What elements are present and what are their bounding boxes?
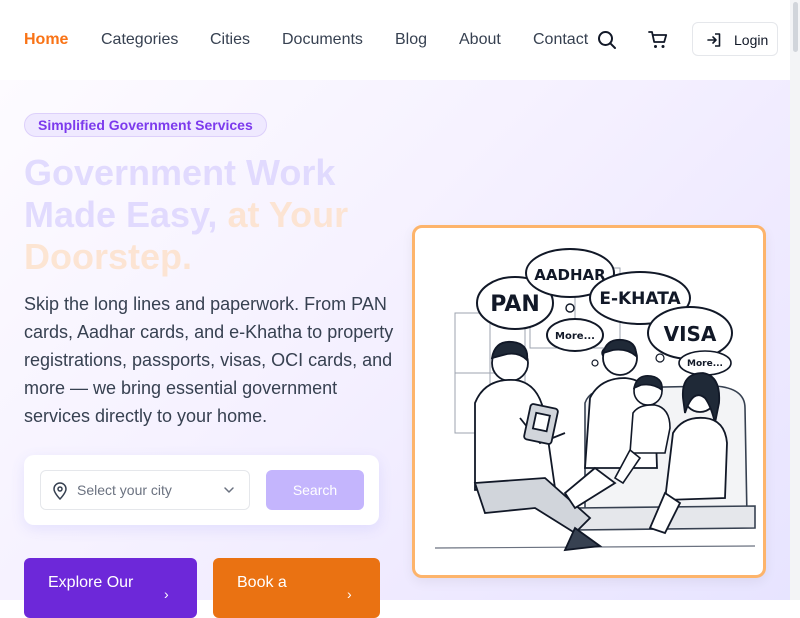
bubble-pan: PAN (490, 292, 540, 317)
login-label: Login (734, 32, 769, 48)
chevron-down-icon (224, 487, 234, 493)
scrollbar-thumb[interactable] (793, 2, 798, 52)
bubble-visa: VISA (664, 322, 717, 346)
page-scrollbar[interactable] (790, 0, 800, 600)
hero-illustration: PAN AADHAR E-KHATA VISA More... More... (412, 225, 766, 578)
nav-documents[interactable]: Documents (282, 31, 363, 49)
login-icon (707, 33, 721, 47)
cart-icon[interactable] (648, 30, 668, 50)
family-agent-illustration: PAN AADHAR E-KHATA VISA More... More... (434, 248, 756, 552)
city-select[interactable]: Select your city (40, 470, 250, 510)
explore-label: Explore Our (48, 574, 134, 591)
nav-blog[interactable]: Blog (395, 31, 427, 49)
location-pin-icon (53, 482, 67, 500)
bubble-more-2: More... (687, 359, 723, 369)
nav-cities[interactable]: Cities (210, 31, 250, 49)
city-search-card: Select your city Search (24, 455, 379, 525)
hero-description: Skip the long lines and paperwork. From … (24, 294, 394, 426)
top-navigation: Home Categories Cities Documents Blog Ab… (0, 0, 800, 80)
city-select-placeholder: Select your city (77, 482, 172, 498)
nav-categories[interactable]: Categories (101, 31, 178, 49)
nav-about[interactable]: About (459, 31, 501, 49)
login-button[interactable]: Login (692, 22, 778, 56)
book-service-button[interactable]: Book a › (213, 558, 380, 618)
hero-badge: Simplified Government Services (24, 113, 267, 137)
nav-contact[interactable]: Contact (533, 31, 588, 49)
bubble-ekhata: E-KHATA (599, 289, 681, 309)
hero-headline: Government Work Made Easy, at Your Doors… (24, 152, 404, 278)
search-button[interactable]: Search (266, 470, 364, 510)
book-label: Book a (237, 574, 287, 591)
nav-home[interactable]: Home (24, 31, 68, 49)
bubble-more-1: More... (555, 331, 595, 342)
explore-services-button[interactable]: Explore Our › (24, 558, 197, 618)
search-icon[interactable] (597, 30, 617, 50)
bubble-aadhar: AADHAR (534, 266, 606, 284)
